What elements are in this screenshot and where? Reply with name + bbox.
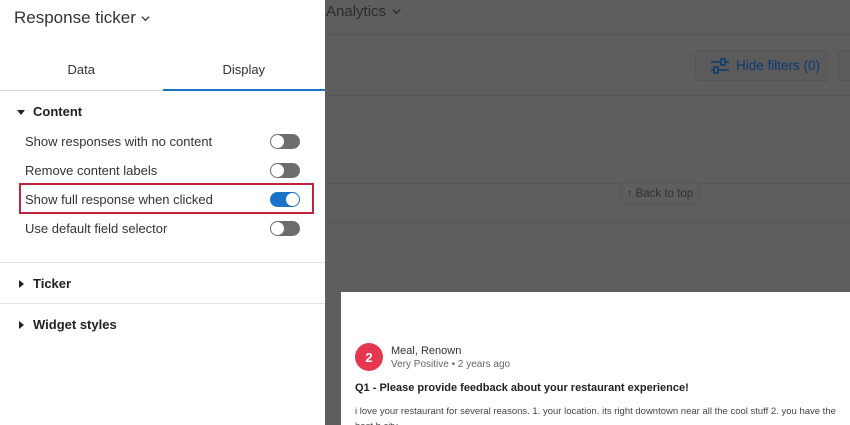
back-to-top-label: Back to top	[635, 187, 694, 200]
widget-title-dropdown[interactable]: Response ticker	[14, 8, 150, 28]
widget-settings-panel: Response ticker Data Display Content Sho…	[0, 0, 325, 425]
section-content-label: Content	[33, 104, 83, 119]
widget-title: Response ticker	[14, 8, 136, 27]
more-button[interactable]	[838, 50, 850, 81]
caret-down-icon	[17, 109, 25, 115]
option-row: Show responses with no content	[25, 131, 300, 151]
section-content-header[interactable]: Content	[16, 104, 82, 119]
divider	[325, 34, 850, 35]
toggle-switch[interactable]	[270, 133, 300, 149]
toggle-switch[interactable]	[270, 162, 300, 178]
chevron-down-icon	[392, 9, 401, 15]
tab-display[interactable]: Display	[162, 48, 326, 91]
avatar: 2	[355, 343, 383, 371]
highlight-box	[19, 183, 314, 214]
divider	[325, 183, 850, 184]
dashboard-title[interactable]: Analytics	[326, 3, 401, 20]
caret-right-icon	[19, 279, 24, 288]
option-row: Remove content labels	[25, 160, 300, 180]
hide-filters-label: Hide filters (0)	[736, 58, 821, 73]
option-label: Show responses with no content	[25, 133, 213, 149]
response-meta: Very Positive • 2 years ago	[391, 359, 511, 370]
option-label: Use default field selector	[25, 220, 168, 236]
section-ticker-label: Ticker	[33, 276, 72, 291]
caret-right-icon	[19, 320, 24, 329]
response-card[interactable]: 2 Meal, Renown Very Positive • 2 years a…	[341, 292, 850, 425]
chevron-down-icon	[141, 15, 150, 21]
divider	[0, 303, 325, 304]
back-to-top-button[interactable]: ↑ Back to top	[620, 182, 700, 205]
tab-data[interactable]: Data	[0, 48, 163, 90]
toggle-switch[interactable]	[270, 220, 300, 236]
section-widget-styles-header[interactable]: Widget styles	[16, 317, 117, 332]
option-row: Use default field selector	[25, 218, 300, 238]
divider	[325, 222, 850, 223]
hide-filters-button[interactable]: Hide filters (0)	[695, 50, 828, 81]
arrow-up-icon: ↑	[626, 187, 633, 200]
section-widget-styles-label: Widget styles	[33, 317, 117, 332]
option-label: Remove content labels	[25, 162, 158, 178]
question-text: Q1 - Please provide feedback about your …	[355, 382, 689, 394]
section-ticker-header[interactable]: Ticker	[16, 276, 71, 291]
dashboard-title-text: Analytics	[326, 3, 387, 20]
respondent-name: Meal, Renown	[391, 345, 462, 357]
panel-tabs: Data Display	[0, 48, 325, 91]
divider	[325, 95, 850, 96]
response-text: i love your restaurant for several reaso…	[355, 406, 836, 425]
divider	[0, 262, 325, 263]
filter-sliders-icon	[711, 57, 729, 74]
